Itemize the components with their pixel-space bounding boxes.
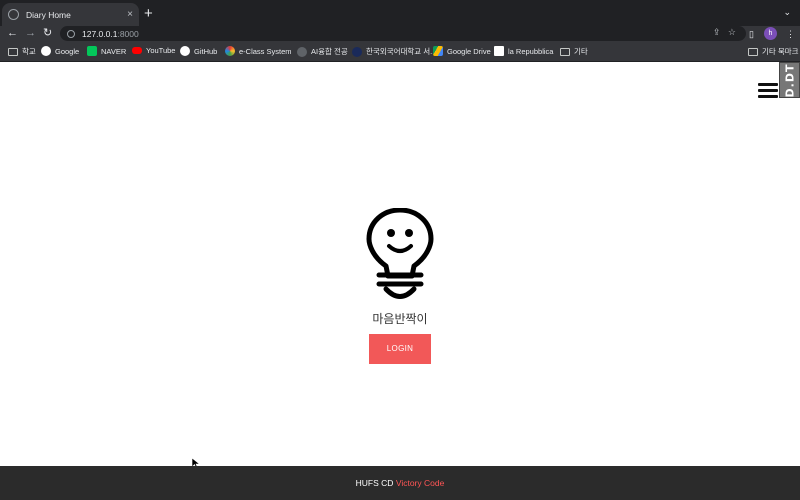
footer-team: Victory Code xyxy=(395,478,445,488)
folder-icon xyxy=(748,47,758,56)
reload-icon[interactable]: ↻ xyxy=(43,26,52,42)
smiling-lightbulb-logo xyxy=(366,208,434,299)
forward-icon[interactable]: → xyxy=(25,26,36,42)
address-bar[interactable]: 127.0.0.1 :8000 ⇪ ☆ xyxy=(60,26,746,41)
back-icon[interactable]: ← xyxy=(7,26,18,42)
share-icon[interactable]: ⇪ ☆ xyxy=(713,27,736,38)
hufs-icon xyxy=(352,46,362,57)
side-panel-icon[interactable]: ▯ xyxy=(749,28,754,40)
login-button[interactable]: LOGIN xyxy=(369,334,431,364)
browser-toolbar: ← → ↻ 127.0.0.1 :8000 ⇪ ☆ ▯ h ⋮ xyxy=(0,26,800,42)
bookmark-label: NAVER xyxy=(101,46,127,56)
bookmarks-bar: 학교 Google NAVER YouTube GitHub e-Class S… xyxy=(0,42,800,62)
bookmark-ai[interactable]: AI융합 전공 xyxy=(297,46,348,57)
bookmark-label: YouTube xyxy=(146,46,176,55)
bookmark-label: GitHub xyxy=(194,46,218,56)
bookmark-school[interactable]: 학교 xyxy=(8,46,36,57)
bookmark-github[interactable]: GitHub xyxy=(180,46,217,56)
browser-tab[interactable]: Diary Home × xyxy=(2,3,139,26)
bookmark-eclass[interactable]: e-Class System xyxy=(225,46,292,56)
github-icon xyxy=(180,46,190,56)
youtube-icon xyxy=(132,47,142,54)
bookmark-label: Google Drive xyxy=(447,46,491,56)
browser-menu-icon[interactable]: ⋮ xyxy=(786,28,795,40)
bookmark-label: AI융합 전공 xyxy=(311,47,348,56)
side-tab-label: D.DT xyxy=(783,63,797,97)
app-name: 마음반짝이 xyxy=(372,312,428,326)
bookmark-label: la Repubblica xyxy=(508,46,554,56)
bookmark-label: e-Class System xyxy=(239,46,292,56)
page-content: D.DT 마음반짝이 LOGIN xyxy=(0,62,800,468)
other-bookmarks-label: 기타 북마크 xyxy=(762,47,799,56)
repubblica-icon xyxy=(494,46,504,56)
browser-tab-strip: Diary Home × + ⌄ xyxy=(0,0,800,26)
bookmark-hufs[interactable]: 한국외국어대학교 서... xyxy=(352,46,436,57)
drive-icon xyxy=(433,46,443,56)
tab-search-icon[interactable]: ⌄ xyxy=(783,7,791,18)
tab-title: Diary Home xyxy=(26,9,71,20)
bookmark-naver[interactable]: NAVER xyxy=(87,46,126,56)
globe-icon xyxy=(8,9,19,20)
bookmark-etc[interactable]: 기타 xyxy=(560,46,588,57)
site-info-icon[interactable] xyxy=(67,29,75,38)
folder-icon xyxy=(8,47,18,56)
new-tab-button[interactable]: + xyxy=(144,6,153,21)
bookmark-google-drive[interactable]: Google Drive xyxy=(433,46,491,56)
naver-icon xyxy=(87,46,97,56)
bookmark-repubblica[interactable]: la Repubblica xyxy=(494,46,553,56)
bookmark-label: 학교 xyxy=(22,47,36,56)
bookmark-label: 한국외국어대학교 서... xyxy=(366,47,437,56)
bookmark-youtube[interactable]: YouTube xyxy=(132,46,175,55)
globe-icon xyxy=(297,46,307,57)
eclass-icon xyxy=(225,46,235,56)
bookmark-label: Google xyxy=(55,46,80,56)
other-bookmarks[interactable]: 기타 북마크 xyxy=(748,46,799,57)
url-host: 127.0.0.1 xyxy=(82,28,118,39)
footer-org: HUFS CD xyxy=(355,478,394,488)
footer: HUFS CD Victory Code xyxy=(0,466,800,500)
profile-avatar[interactable]: h xyxy=(764,27,777,40)
bookmark-label: 기타 xyxy=(574,47,588,56)
google-icon xyxy=(41,46,51,56)
side-tab[interactable]: D.DT xyxy=(779,62,800,98)
close-tab-icon[interactable]: × xyxy=(127,9,133,20)
bookmark-google[interactable]: Google xyxy=(41,46,79,56)
url-port: :8000 xyxy=(117,28,139,39)
folder-icon xyxy=(560,47,570,56)
hamburger-menu-icon[interactable] xyxy=(758,83,778,99)
